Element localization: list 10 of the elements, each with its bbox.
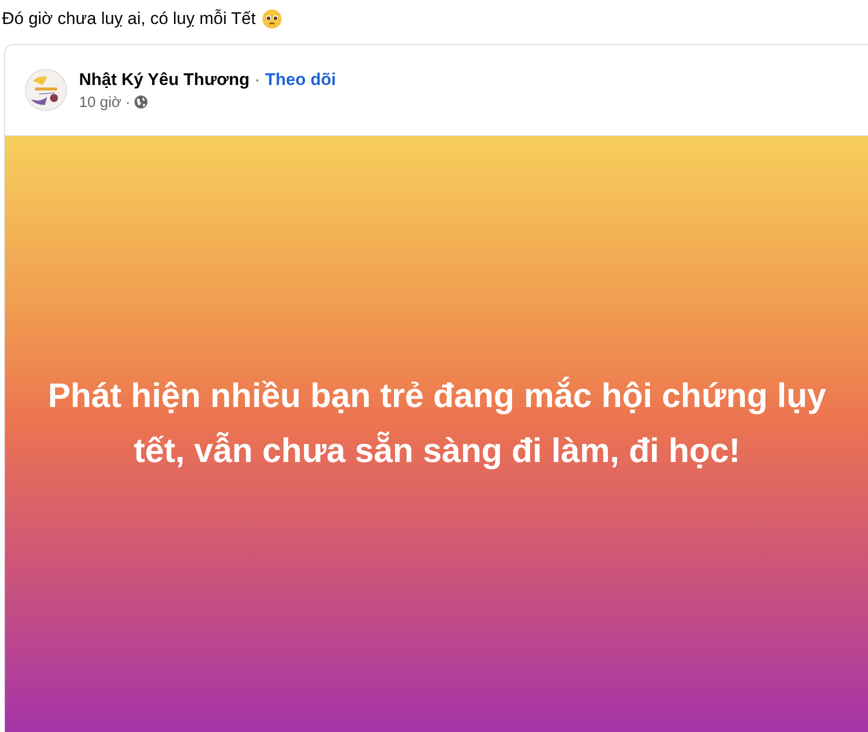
globe-icon — [134, 95, 148, 109]
page-name[interactable]: Nhật Ký Yêu Thương — [79, 70, 250, 90]
status-text: Phát hiện nhiều bạn trẻ đang mắc hội chứng lụy tết, vẫn chưa sẵn sàng đi làm, đi học! — [46, 376, 828, 472]
follow-link[interactable]: Theo dõi — [265, 70, 336, 90]
page-avatar-icon[interactable] — [25, 69, 67, 111]
post-caption: Đó giờ chưa luỵ ai, có luỵ mỗi Tết — [2, 9, 256, 29]
post-time[interactable]: 10 giờ — [79, 94, 122, 110]
separator-dot: · — [254, 70, 260, 90]
pleading-face-icon — [262, 9, 282, 29]
separator-dot: · — [125, 94, 130, 110]
